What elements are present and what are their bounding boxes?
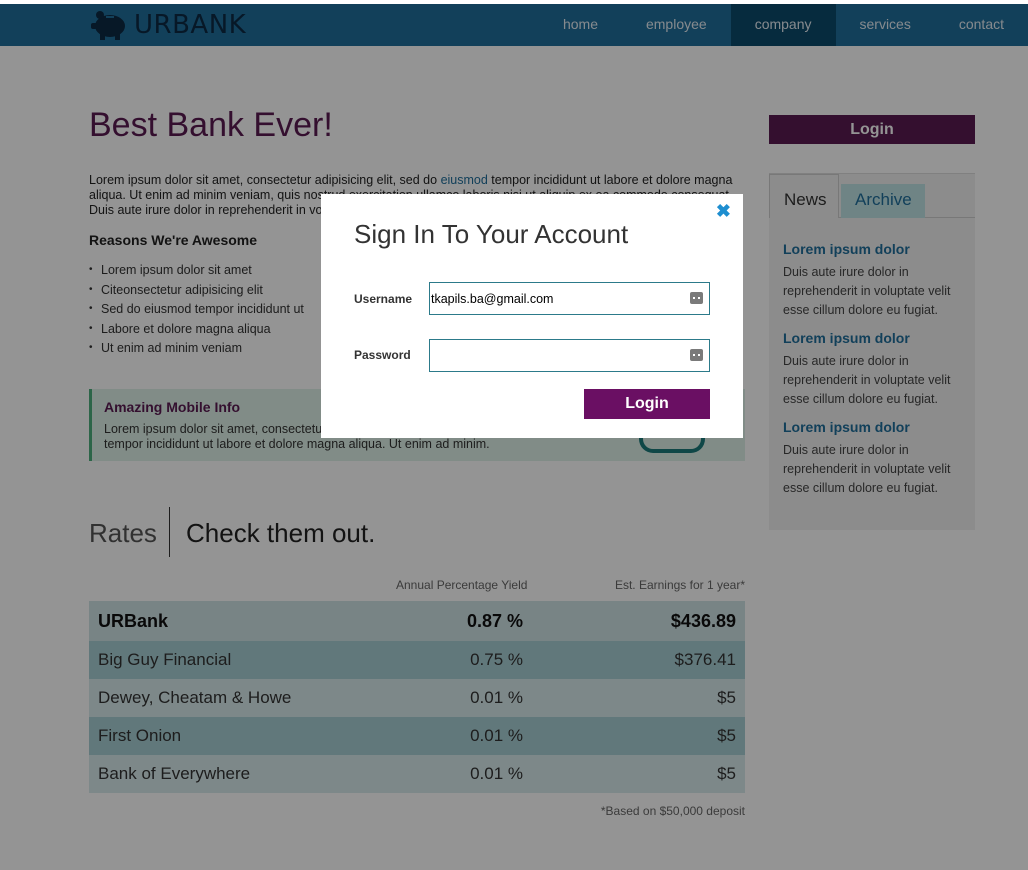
close-icon[interactable]: ✖: [716, 202, 731, 220]
username-input[interactable]: [430, 283, 680, 314]
sign-in-modal: ✖ Sign In To Your Account Username Passw…: [321, 194, 743, 438]
password-input[interactable]: [430, 340, 680, 371]
password-manager-icon[interactable]: [690, 349, 703, 361]
username-label: Username: [354, 292, 413, 306]
password-manager-icon[interactable]: [690, 292, 703, 304]
modal-title: Sign In To Your Account: [354, 219, 629, 249]
username-field[interactable]: [429, 282, 710, 315]
password-field[interactable]: [429, 339, 710, 372]
login-button[interactable]: Login: [584, 389, 710, 419]
password-label: Password: [354, 348, 411, 362]
